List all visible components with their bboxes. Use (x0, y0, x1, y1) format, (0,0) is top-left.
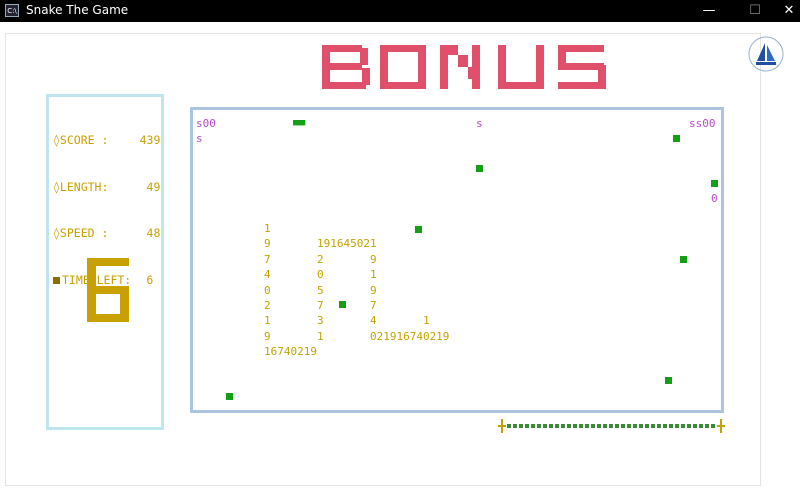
bonus-bar-tick (537, 424, 541, 428)
bonus-bar-tick (675, 424, 679, 428)
speed-row: ◊SPEED : 48 (53, 226, 160, 242)
bonus-bar-tick (609, 424, 613, 428)
food-pellet (339, 301, 346, 308)
bonus-bar-tick (681, 424, 685, 428)
number-row: 2 7 7 (264, 298, 377, 312)
food-pellet (680, 256, 687, 263)
food-pellet (673, 135, 680, 142)
bonus-bar-tick (627, 424, 631, 428)
bonus-bar-tick (531, 424, 535, 428)
wall-glyph-top-right: ss00 (689, 117, 716, 130)
bonus-bar-tick (543, 424, 547, 428)
timer-icon (53, 276, 60, 284)
bonus-banner (322, 45, 606, 89)
food-pellet (711, 180, 718, 187)
number-row: 16740219 (264, 345, 317, 359)
bonus-bar-tick (549, 424, 553, 428)
bonus-bar-tick (687, 424, 691, 428)
university-logo (748, 36, 784, 72)
length-label: ◊LENGTH: (53, 179, 109, 194)
number-row: 9 191645021 (264, 237, 377, 251)
countdown-digit (87, 258, 129, 322)
score-label: ◊SCORE : (53, 133, 109, 147)
food-pellet (665, 377, 672, 384)
bonus-time-bar (498, 419, 725, 433)
snake-head: ■■■ (293, 118, 305, 128)
close-button[interactable]: ✕ (778, 0, 800, 22)
length-value: 49 (146, 179, 161, 194)
food-pellet (476, 165, 483, 172)
window-titlebar: C:\ Snake The Game — ☐ ✕ (0, 0, 800, 22)
bonus-bar-tick (657, 424, 661, 428)
bonus-bar-tick (669, 424, 673, 428)
minimize-button[interactable]: — (686, 0, 732, 22)
bonus-bar-tick (633, 424, 637, 428)
number-row: 7 2 9 (264, 252, 377, 266)
score-row: ◊SCORE : 439 (53, 133, 160, 149)
bonus-bar-tick (591, 424, 595, 428)
bonus-number-pattern: 1 9 191645021 7 2 9 4 0 1 0 5 9 2 7 7 1 … (264, 222, 450, 362)
bonus-bar-tick (639, 424, 643, 428)
number-row: 4 0 1 (264, 268, 377, 282)
number-row: 1 3 4 1 (264, 314, 430, 328)
bonus-bar-tick (567, 424, 571, 428)
bonus-bar-tick (555, 424, 559, 428)
length-row: ◊LENGTH: 49 (53, 180, 160, 196)
bonus-bar-tick (693, 424, 697, 428)
food-pellet (415, 226, 422, 233)
wall-glyph-left: s (196, 132, 203, 145)
number-row: 0 5 9 (264, 283, 377, 297)
bonus-bar-tick (711, 424, 715, 428)
window-title: Snake The Game (26, 3, 129, 17)
bonus-bar-tick (615, 424, 619, 428)
bonus-bar-tick (513, 424, 517, 428)
console-icon: C:\ (5, 4, 19, 17)
bonus-bar-tick (573, 424, 577, 428)
score-value: 439 (139, 133, 161, 147)
bonus-bar-tick (621, 424, 625, 428)
bonus-bar-tick (597, 424, 601, 428)
bonus-bar-tick (561, 424, 565, 428)
bonus-bar-tick (507, 424, 511, 428)
food-pellet (226, 393, 233, 400)
bonus-bar-tick (585, 424, 589, 428)
bonus-bar-tick (525, 424, 529, 428)
wall-glyph-right: 0 (711, 192, 718, 205)
bonus-bar-tick (579, 424, 583, 428)
bonus-bar-tick (699, 424, 703, 428)
speed-label: ◊SPEED : (53, 226, 109, 240)
maximize-button[interactable]: ☐ (732, 0, 778, 22)
bonus-bar-tick (603, 424, 607, 428)
bonus-bar-tick (645, 424, 649, 428)
bonus-bar-tick (663, 424, 667, 428)
wall-glyph-top-mid: s (476, 117, 483, 130)
wall-glyph-top-left: s00 (196, 117, 216, 130)
time-value: 6 (146, 272, 154, 287)
bonus-bar-tick (705, 424, 709, 428)
number-row: 9 1 021916740219 (264, 329, 450, 343)
speed-value: 48 (146, 226, 161, 240)
bonus-bar-tick (651, 424, 655, 428)
bonus-bar-tick (519, 424, 523, 428)
